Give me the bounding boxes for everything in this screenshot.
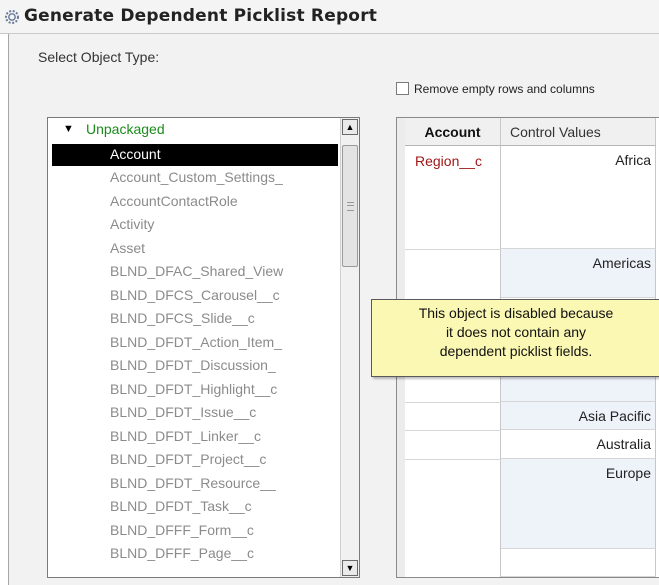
- tree-item[interactable]: BLND_DFAC_Shared_View: [48, 260, 338, 284]
- tree-item[interactable]: Asset: [48, 237, 338, 261]
- disabled-tooltip: This object is disabled because it does …: [371, 299, 659, 377]
- select-object-label: Select Object Type:: [38, 49, 160, 65]
- tree-item[interactable]: BLND_DFFF_Page__c: [48, 542, 338, 566]
- control-value-cell: [501, 380, 656, 402]
- tree-item[interactable]: BLND_DFDT_Task__c: [48, 495, 338, 519]
- vertical-scrollbar[interactable]: ▲ ▼: [340, 118, 359, 577]
- tree-item[interactable]: BLND_DFDT_Issue__c: [48, 401, 338, 425]
- field-name: Region__c: [415, 153, 482, 169]
- control-value-cell: Australia: [501, 430, 656, 459]
- tree-item[interactable]: BLND_DFDT_Resource__: [48, 472, 338, 496]
- object-type-tree[interactable]: ▼ Unpackaged Account Account_Custom_Setti…: [47, 117, 360, 578]
- control-value-cell: Europe: [501, 459, 656, 549]
- tree-item[interactable]: Account_Custom_Settings_: [48, 166, 338, 190]
- control-value-cell: Americas: [501, 249, 656, 298]
- scrollbar-thumb[interactable]: [342, 145, 358, 267]
- grip-icon: [347, 202, 354, 211]
- tree-item[interactable]: AccountContactRole: [48, 190, 338, 214]
- tooltip-line: dependent picklist fields.: [439, 343, 593, 359]
- expand-arrow-icon[interactable]: ▼: [63, 123, 74, 135]
- tree-item[interactable]: BLND_DFDT_Highlight__c: [48, 378, 338, 402]
- scroll-up-button[interactable]: ▲: [342, 119, 358, 135]
- grid-line: [405, 249, 501, 250]
- tree-node-unpackaged[interactable]: ▼ Unpackaged: [48, 120, 338, 140]
- tree-item[interactable]: Account: [52, 144, 338, 166]
- control-value-cell: Africa: [501, 146, 656, 249]
- window-title: Generate Dependent Picklist Report: [24, 6, 378, 26]
- tree-item[interactable]: Activity: [48, 213, 338, 237]
- tree-item[interactable]: BLND_DFFF_Form__c: [48, 519, 338, 543]
- tree-node-label: Unpackaged: [86, 121, 165, 137]
- tree-item[interactable]: BLND_DFDT_Project__c: [48, 448, 338, 472]
- tooltip-line: it does not contain any: [445, 324, 587, 340]
- tree-item[interactable]: BLND_DFCS_Carousel__c: [48, 284, 338, 308]
- title-bar: Generate Dependent Picklist Report: [0, 0, 659, 34]
- scroll-down-button[interactable]: ▼: [342, 560, 358, 576]
- control-value-cell: Asia Pacific: [501, 402, 656, 430]
- tree-item[interactable]: BLND_DFDT_Discussion_: [48, 354, 338, 378]
- object-list: Account Account_Custom_Settings_ AccountCo…: [48, 144, 338, 566]
- control-value-cell: [501, 549, 656, 577]
- remove-empty-checkbox[interactable]: [396, 82, 409, 95]
- header-object: Account: [405, 118, 501, 146]
- tree-item[interactable]: BLND_DFCS_Slide__c: [48, 307, 338, 331]
- grid-line: [405, 430, 501, 431]
- header-control-values: Control Values: [501, 118, 656, 146]
- remove-empty-label: Remove empty rows and columns: [414, 82, 595, 96]
- tree-item[interactable]: BLND_DFDT_Linker__c: [48, 425, 338, 449]
- tooltip-line: This object is disabled because: [418, 305, 614, 321]
- gear-icon: [5, 10, 19, 24]
- grid-line: [405, 459, 501, 460]
- grid-line: [405, 402, 501, 403]
- tree-item[interactable]: BLND_DFDT_Action_Item_: [48, 331, 338, 355]
